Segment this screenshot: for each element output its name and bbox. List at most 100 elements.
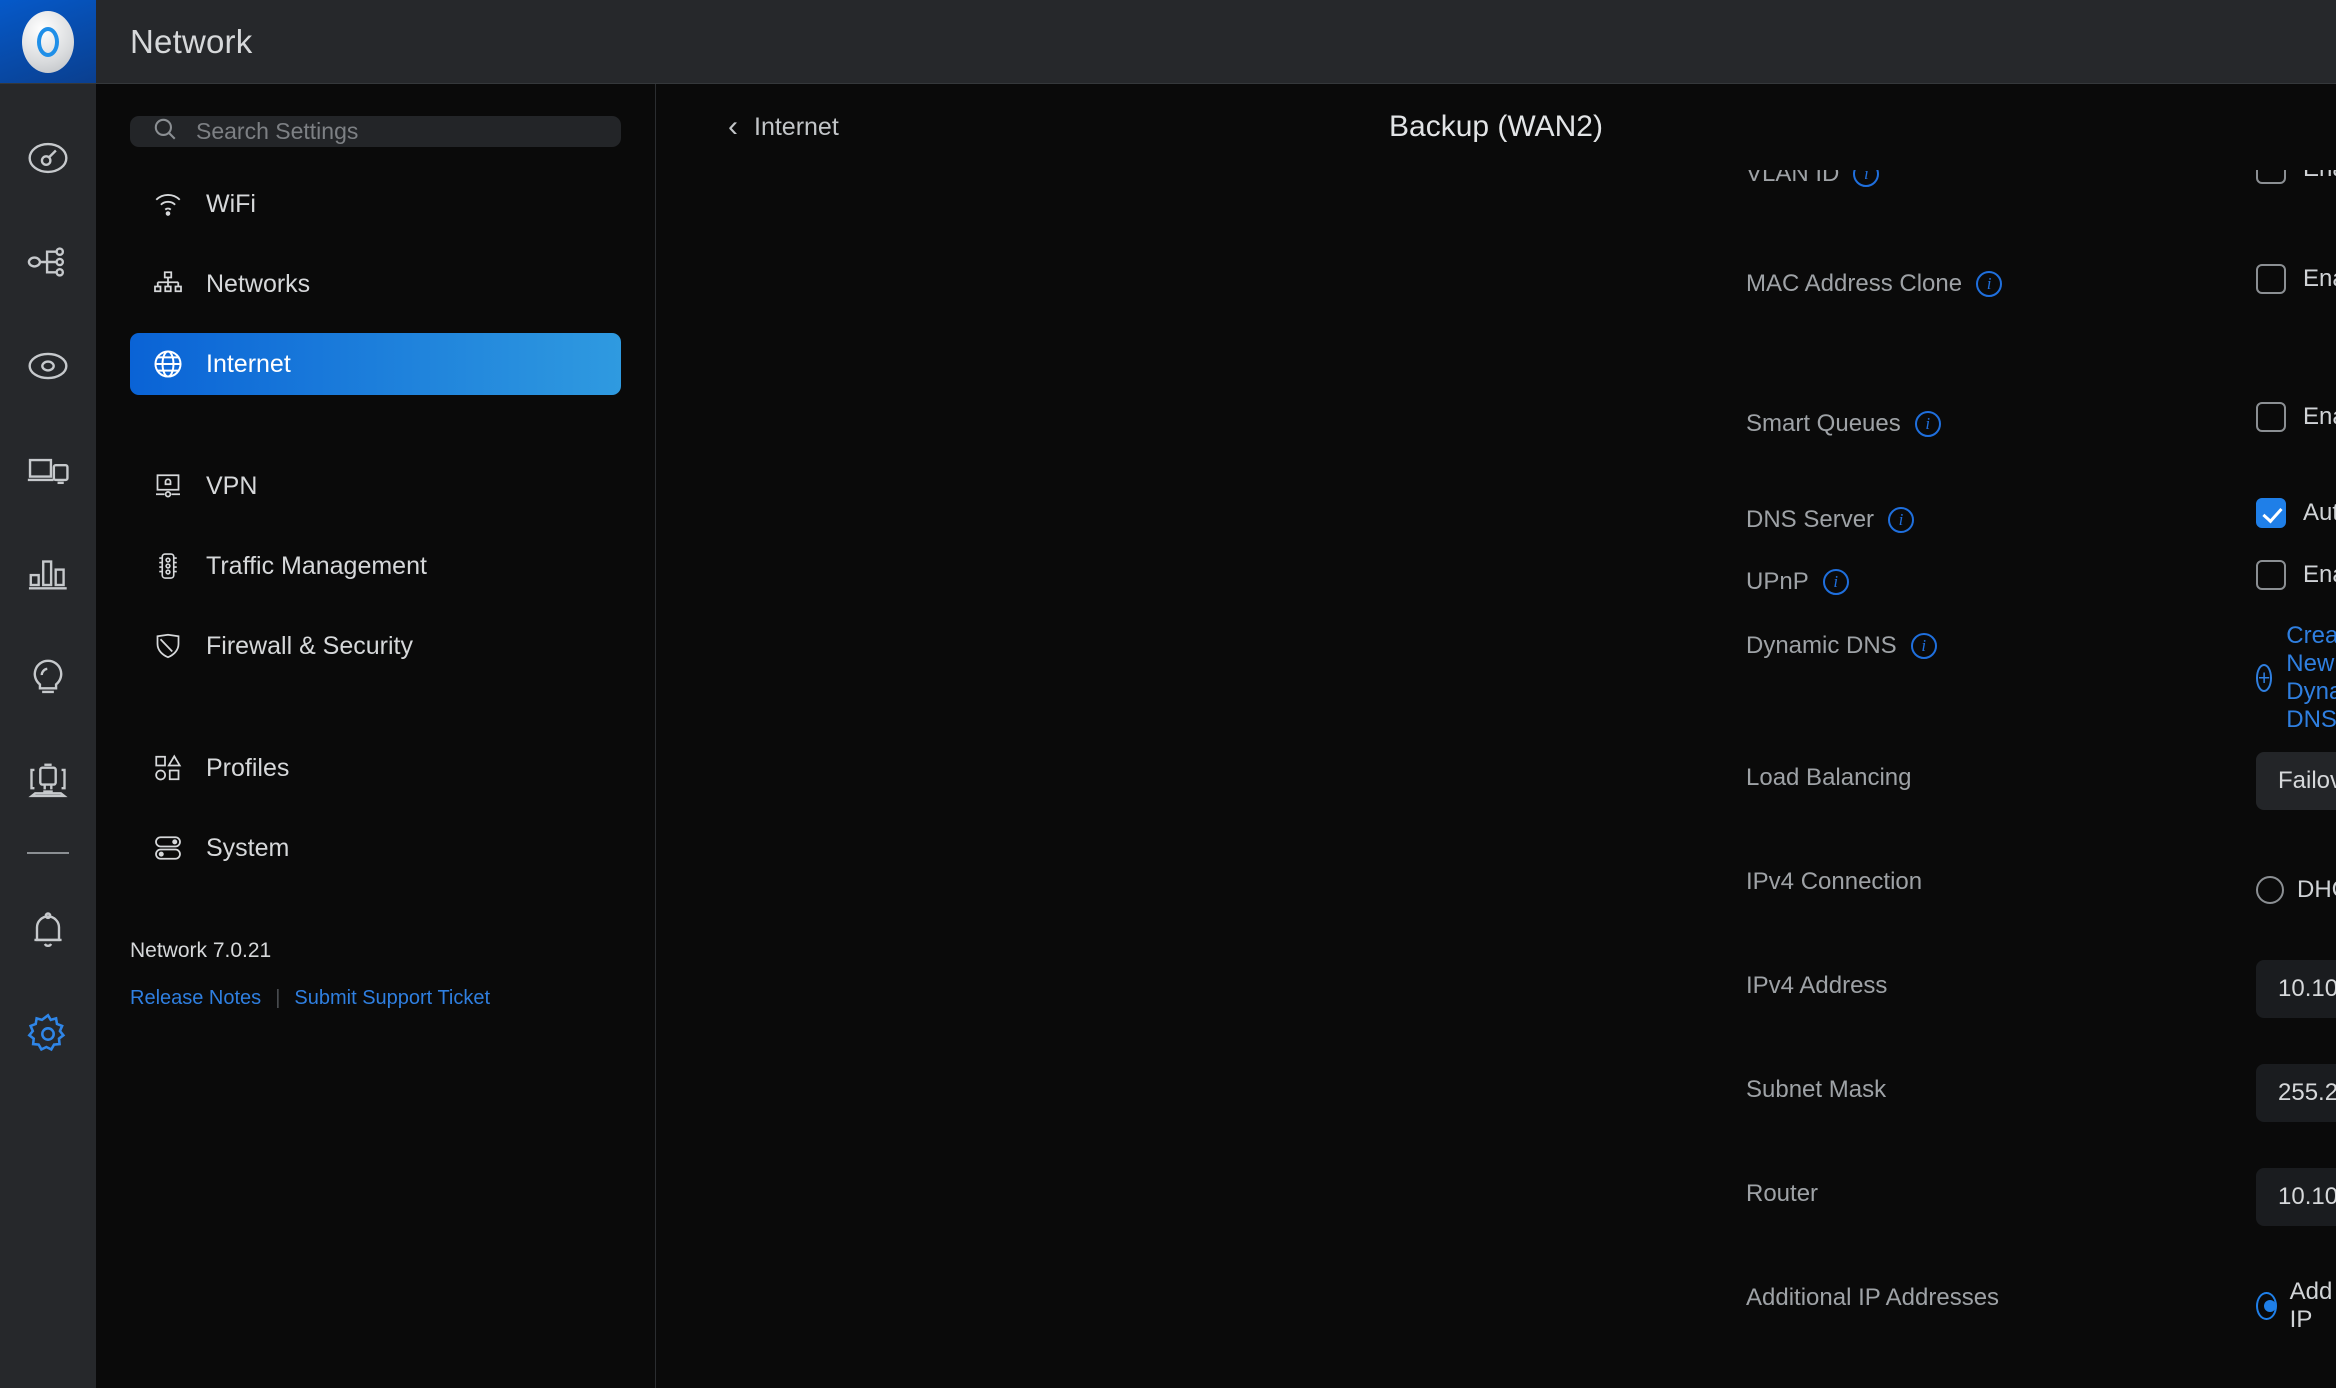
mac-clone-enabled-checkbox[interactable]: Enabled	[2256, 240, 2336, 294]
ipv4-address-label: IPv4 Address	[1746, 972, 1887, 1000]
sidebar-item-profiles[interactable]: Profiles	[130, 737, 621, 799]
pane-title: Backup (WAN2)	[656, 110, 2336, 144]
back-label: Internet	[754, 113, 839, 142]
subnet-mask-input[interactable]: 255.255.255.0	[2256, 1064, 2336, 1122]
top-bar: Network	[0, 0, 2336, 84]
rail-item-topology[interactable]	[0, 210, 96, 314]
sidebar-group-primary: WiFi Networks	[130, 173, 621, 413]
info-icon[interactable]: i	[1915, 411, 1941, 437]
row-load-balancing: Load Balancing Failover only ▾	[656, 734, 2336, 838]
search-settings-field[interactable]	[130, 116, 621, 147]
search-icon	[152, 116, 178, 147]
unifi-logo-ring	[37, 27, 59, 57]
checkbox-label: Enabled	[2303, 561, 2336, 589]
settings-sidebar: WiFi Networks	[96, 84, 656, 1388]
dns-server-auto-checkbox[interactable]: Auto	[2256, 490, 2336, 528]
additional-ip-label-group: Additional IP Addresses	[1746, 1284, 2246, 1312]
radio-label: DHCPv4	[2297, 876, 2336, 904]
rail-item-client-devices[interactable]	[0, 418, 96, 522]
ipv4-connection-controls: DHCPv4 Static IP PPPoE	[2256, 838, 2336, 918]
icon-rail	[0, 84, 96, 1388]
rail-item-insights[interactable]	[0, 626, 96, 730]
checkbox-box	[2256, 264, 2286, 294]
info-icon[interactable]: i	[1911, 633, 1937, 659]
additional-ip-controls: Add IP Add IP Range	[2256, 1254, 2336, 1334]
vlan-id-enabled-checkbox[interactable]: Enabled	[2256, 170, 2336, 184]
row-router: Router 10.10.1.1	[656, 1150, 2336, 1254]
dynamic-dns-controls: + Create New Dynamic DNS	[2256, 614, 2336, 734]
smart-queues-controls: Enabled Downrate Mbps ▲▼ Uprate	[2256, 350, 2336, 474]
upnp-enabled-checkbox[interactable]: Enabled	[2256, 552, 2336, 590]
row-dns-server: DNS Server i Auto	[656, 490, 2336, 552]
ipv4-address-input[interactable]: 10.10.1.2	[2256, 960, 2336, 1018]
rail-item-dashboard[interactable]	[0, 106, 96, 210]
sidebar-item-system[interactable]: System	[130, 817, 621, 879]
rail-item-port-manager[interactable]	[0, 730, 96, 834]
unifi-logo-icon[interactable]	[0, 0, 96, 83]
settings-form-scroll[interactable]: VLAN ID i Enabled ▾	[656, 170, 2336, 1388]
load-balancing-controls: Failover only ▾	[2256, 734, 2336, 810]
settings-form: VLAN ID i Enabled ▾	[656, 170, 2336, 1358]
sidebar-item-networks[interactable]: Networks	[130, 253, 621, 315]
release-notes-link[interactable]: Release Notes	[130, 987, 261, 1010]
sidebar-item-wifi[interactable]: WiFi	[130, 173, 621, 235]
app-body: WiFi Networks	[0, 84, 2336, 1388]
sidebar-item-traffic-management[interactable]: Traffic Management	[130, 535, 621, 597]
gear-settings-icon	[26, 1012, 70, 1056]
row-subnet-mask: Subnet Mask 255.255.255.0	[656, 1046, 2336, 1150]
globe-icon	[152, 348, 184, 380]
router-input[interactable]: 10.10.1.1	[2256, 1168, 2336, 1226]
main-header: ‹ Internet Backup (WAN2)	[656, 84, 2336, 170]
ipv4-address-value: 10.10.1.2	[2278, 975, 2336, 1003]
subnet-mask-value: 255.255.255.0	[2278, 1079, 2336, 1107]
ipv4-connection-label-group: IPv4 Connection	[1746, 868, 2246, 896]
load-balancing-select[interactable]: Failover only ▾	[2256, 752, 2336, 810]
load-balancing-label-group: Load Balancing	[1746, 764, 2246, 792]
dashboard-speedometer-icon	[26, 136, 70, 180]
dynamic-dns-label: Dynamic DNS	[1746, 632, 1897, 660]
wifi-icon	[152, 189, 184, 219]
smart-queues-enabled-checkbox[interactable]: Enabled	[2256, 350, 2336, 432]
sidebar-item-firewall-security[interactable]: Firewall & Security	[130, 615, 621, 677]
row-dynamic-dns: Dynamic DNS i + Create New Dynamic DNS	[656, 614, 2336, 734]
sidebar-item-internet[interactable]: Internet	[130, 333, 621, 395]
sidebar-item-vpn[interactable]: VPN	[130, 455, 621, 517]
row-ipv4-address: IPv4 Address 10.10.1.2	[656, 942, 2336, 1046]
back-to-internet-button[interactable]: ‹ Internet	[728, 112, 839, 142]
upnp-controls: Enabled	[2256, 552, 2336, 590]
system-toggles-icon	[152, 833, 184, 863]
info-icon[interactable]: i	[1823, 569, 1849, 595]
dynamic-dns-label-group: Dynamic DNS i	[1746, 632, 2246, 660]
sidebar-item-label: System	[206, 834, 289, 863]
topology-icon	[26, 240, 70, 284]
radio-dhcpv4[interactable]: DHCPv4	[2256, 876, 2336, 904]
info-icon[interactable]: i	[1888, 507, 1914, 533]
ipv4-address-label-group: IPv4 Address	[1746, 972, 2246, 1000]
plus-circle-icon: +	[2256, 664, 2272, 692]
footer-links: Release Notes | Submit Support Ticket	[130, 987, 621, 1010]
sidebar-group-security: VPN Traffic Management	[130, 455, 621, 695]
upnp-label-group: UPnP i	[1746, 568, 2246, 596]
page-title: Network	[96, 0, 252, 83]
checkbox-label: Enabled	[2303, 170, 2336, 183]
mac-clone-label: MAC Address Clone	[1746, 270, 1962, 298]
rail-item-statistics[interactable]	[0, 522, 96, 626]
radio-add-ip[interactable]: Add IP	[2256, 1278, 2336, 1334]
router-controls: 10.10.1.1	[2256, 1150, 2336, 1226]
sidebar-item-label: Firewall & Security	[206, 632, 413, 661]
rail-item-notifications[interactable]	[0, 878, 96, 982]
rail-item-settings[interactable]	[0, 982, 96, 1086]
load-balancing-value: Failover only	[2278, 767, 2336, 795]
search-input[interactable]	[196, 118, 599, 145]
sidebar-item-label: VPN	[206, 472, 257, 501]
info-icon[interactable]: i	[1853, 170, 1879, 187]
submit-support-ticket-link[interactable]: Submit Support Ticket	[294, 987, 490, 1010]
row-smart-queues: Smart Queues i Enabled Downrate	[656, 350, 2336, 490]
sidebar-item-label: Profiles	[206, 754, 289, 783]
info-icon[interactable]: i	[1976, 271, 2002, 297]
subnet-mask-label-group: Subnet Mask	[1746, 1076, 2246, 1104]
create-new-dynamic-dns-button[interactable]: + Create New Dynamic DNS	[2256, 614, 2336, 734]
radio-circle	[2256, 876, 2284, 904]
rail-item-unifi-devices[interactable]	[0, 314, 96, 418]
sidebar-group-management: Profiles System	[130, 737, 621, 897]
